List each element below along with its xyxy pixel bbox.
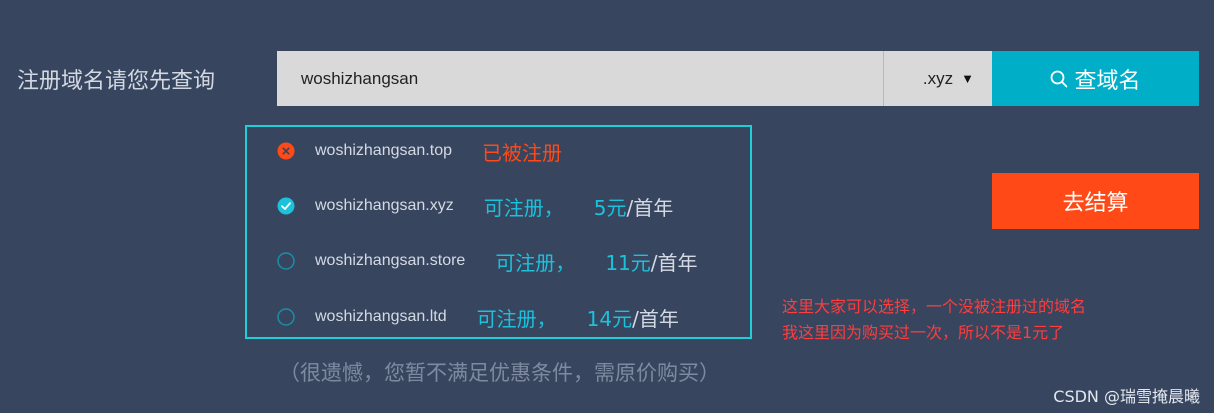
domain-search-input[interactable] [277,51,883,106]
result-row-ltd[interactable]: woshizhangsan.ltd 可注册， 14元 /首年 [277,302,679,332]
checkout-button[interactable]: 去结算 [992,173,1199,229]
search-icon [1051,70,1068,87]
search-domain-button-label: 查域名 [1074,68,1141,94]
search-label: 注册域名请您先查询 [17,69,216,94]
result-domain: woshizhangsan.ltd [315,308,447,325]
csdn-watermark: CSDN @瑞雪掩晨曦 [1053,387,1200,406]
result-price: 5元 [593,195,627,220]
result-row-xyz[interactable]: woshizhangsan.xyz 可注册， 5元 /首年 [277,191,673,221]
result-domain: woshizhangsan.store [315,252,466,269]
tld-select[interactable]: .xyz ▼ [883,51,992,106]
result-price: 11元 [605,250,651,275]
result-price: 14元 [586,306,633,331]
result-price-unit: /首年 [632,306,679,331]
discount-ineligible-text: （很遗憾，您暂不满足优惠条件，需原价购买） [279,361,720,385]
result-domain: woshizhangsan.top [315,142,452,159]
result-row-top[interactable]: woshizhangsan.top 已被注册 [277,136,562,166]
result-price-unit: /首年 [650,250,698,275]
result-row-store[interactable]: woshizhangsan.store 可注册， 11元 /首年 [277,246,698,276]
selected-check-icon [277,197,295,215]
taken-x-icon [277,142,295,160]
result-status: 可注册， [476,306,557,331]
tld-select-value: .xyz [922,68,954,88]
search-domain-button[interactable]: 查域名 [992,51,1199,106]
annotation-note-line2: 我这里因为购买过一次，所以不是1元了 [782,323,1065,342]
result-domain: woshizhangsan.xyz [315,197,454,214]
result-status: 已被注册 [481,140,562,165]
unselected-radio-icon [277,308,295,326]
unselected-radio-icon [277,252,295,270]
annotation-note-line1: 这里大家可以选择，一个没被注册过的域名 [782,297,1087,316]
result-price-unit: /首年 [626,195,674,220]
result-status: 可注册， [495,250,576,275]
domain-results-list: woshizhangsan.top 已被注册 woshizhangsan.xyz… [245,125,752,339]
caret-down-icon: ▼ [961,71,974,86]
result-status: 可注册， [483,195,564,220]
